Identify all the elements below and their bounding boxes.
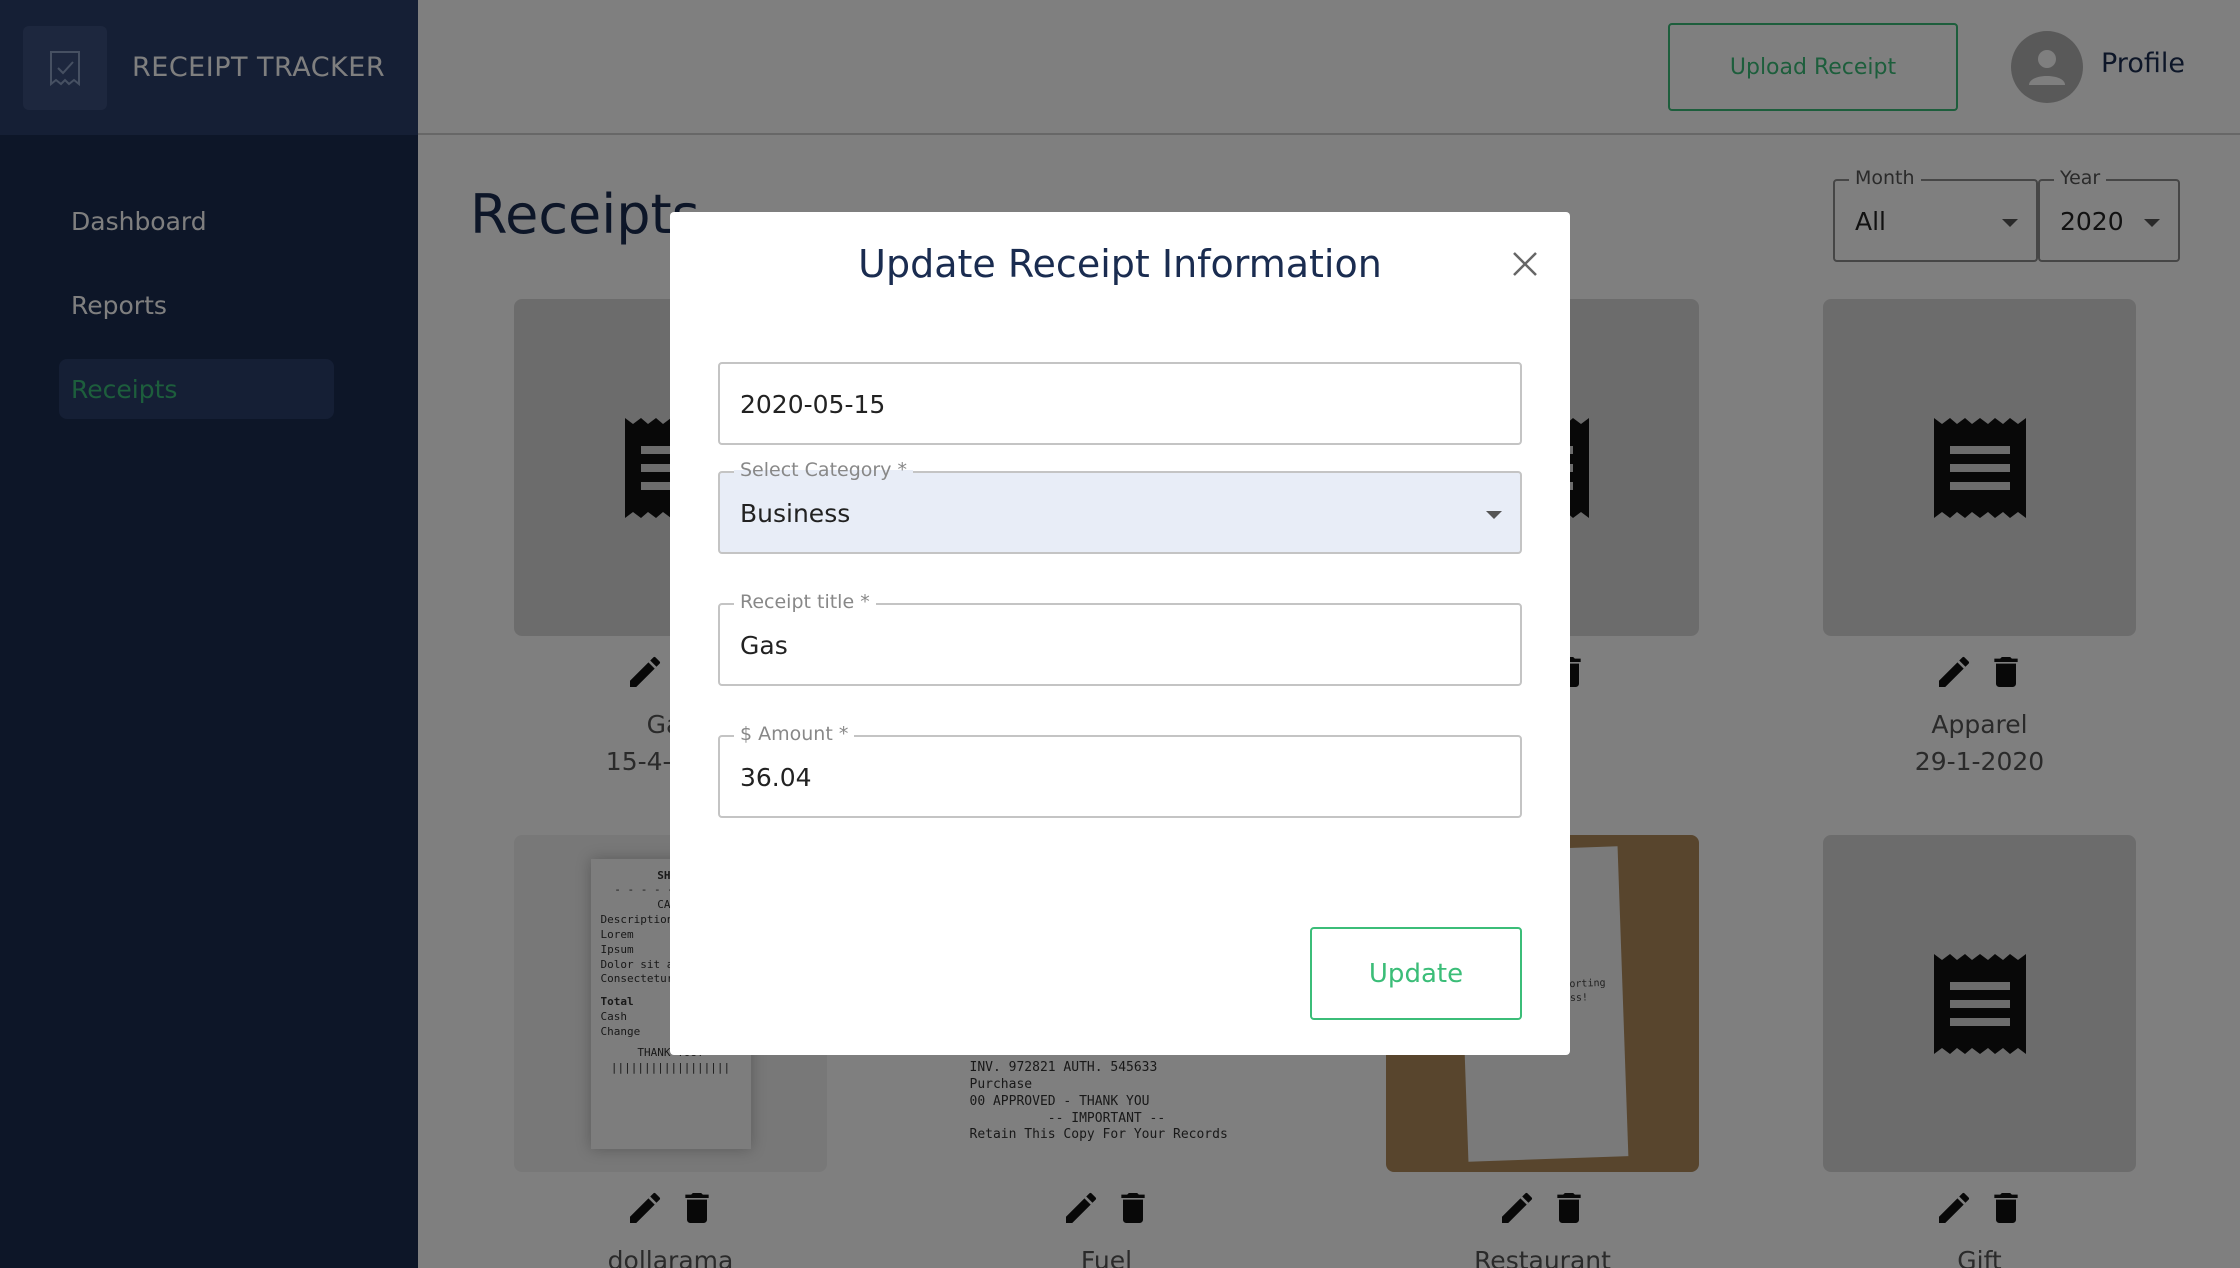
receipt-title-label: Receipt title * (734, 591, 876, 613)
amount-field[interactable]: $ Amount * 36.04 (718, 723, 1522, 818)
chevron-down-icon (1486, 511, 1502, 519)
amount-value: 36.04 (740, 763, 812, 792)
dialog-title: Update Receipt Information (858, 242, 1382, 286)
receipt-title-value: Gas (740, 631, 788, 660)
update-receipt-dialog: Update Receipt Information 2020-05-15 Se… (670, 212, 1570, 1055)
category-select-value: Business (740, 499, 851, 528)
date-field[interactable]: 2020-05-15 (718, 362, 1522, 445)
category-select-label: Select Category * (734, 459, 913, 481)
close-icon[interactable] (1505, 244, 1545, 284)
date-field-value: 2020-05-15 (740, 390, 886, 419)
update-button[interactable]: Update (1310, 927, 1522, 1020)
amount-label: $ Amount * (734, 723, 855, 745)
category-select[interactable]: Select Category * Business (718, 459, 1522, 554)
receipt-title-field[interactable]: Receipt title * Gas (718, 591, 1522, 686)
